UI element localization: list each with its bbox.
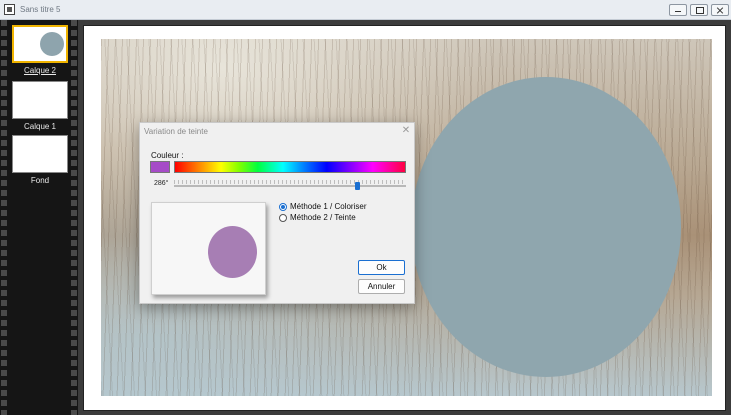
layer-thumbnail-circle — [40, 32, 64, 56]
layer-item-calque-1[interactable]: Calque 1 — [12, 81, 68, 131]
layer-thumbnail — [12, 81, 68, 119]
close-icon[interactable]: ✕ — [400, 125, 412, 137]
layer-label: Calque 1 — [23, 122, 57, 131]
layer-label: Fond — [30, 176, 50, 185]
option-method-1[interactable]: Méthode 1 / Coloriser — [279, 202, 366, 211]
minimize-button[interactable] — [669, 4, 687, 16]
film-perforation-left — [1, 20, 7, 415]
preview-box — [151, 202, 266, 295]
layer-item-calque-2[interactable]: Calque 2 — [12, 25, 68, 75]
hue-slider-track[interactable] — [174, 185, 406, 187]
preview-circle — [208, 226, 257, 278]
maximize-button[interactable] — [690, 4, 708, 16]
canvas-circle[interactable] — [411, 77, 681, 377]
layer-item-fond[interactable]: Fond — [12, 135, 68, 185]
color-swatch — [150, 161, 170, 173]
layers-panel: Calque 2 Calque 1 Fond — [0, 20, 78, 415]
window-titlebar: Sans titre 5 — [0, 0, 731, 20]
ok-button[interactable]: Ok — [358, 260, 405, 275]
cancel-button[interactable]: Annuler — [358, 279, 405, 294]
hue-slider-thumb[interactable] — [354, 182, 360, 190]
close-window-button[interactable] — [711, 4, 729, 16]
color-label: Couleur : — [151, 151, 184, 160]
hue-spectrum[interactable] — [174, 161, 406, 173]
radio-method-1[interactable] — [279, 202, 287, 211]
hue-variation-dialog: Variation de teinte ✕ Couleur : 286° Mét… — [139, 122, 415, 304]
app-icon — [4, 4, 15, 15]
radio-method-2[interactable] — [279, 213, 287, 222]
option-label: Méthode 1 / Coloriser — [290, 202, 367, 211]
hue-value: 286° — [154, 180, 169, 187]
hue-slider-ticks — [174, 180, 406, 184]
layer-label: Calque 2 — [23, 66, 57, 75]
window-title: Sans titre 5 — [20, 5, 61, 14]
option-method-2[interactable]: Méthode 2 / Teinte — [279, 213, 356, 222]
film-perforation-right — [71, 20, 77, 415]
layer-thumbnail — [12, 135, 68, 173]
layer-thumbnail — [12, 25, 68, 63]
option-label: Méthode 2 / Teinte — [290, 213, 356, 222]
dialog-title: Variation de teinte — [144, 127, 208, 136]
